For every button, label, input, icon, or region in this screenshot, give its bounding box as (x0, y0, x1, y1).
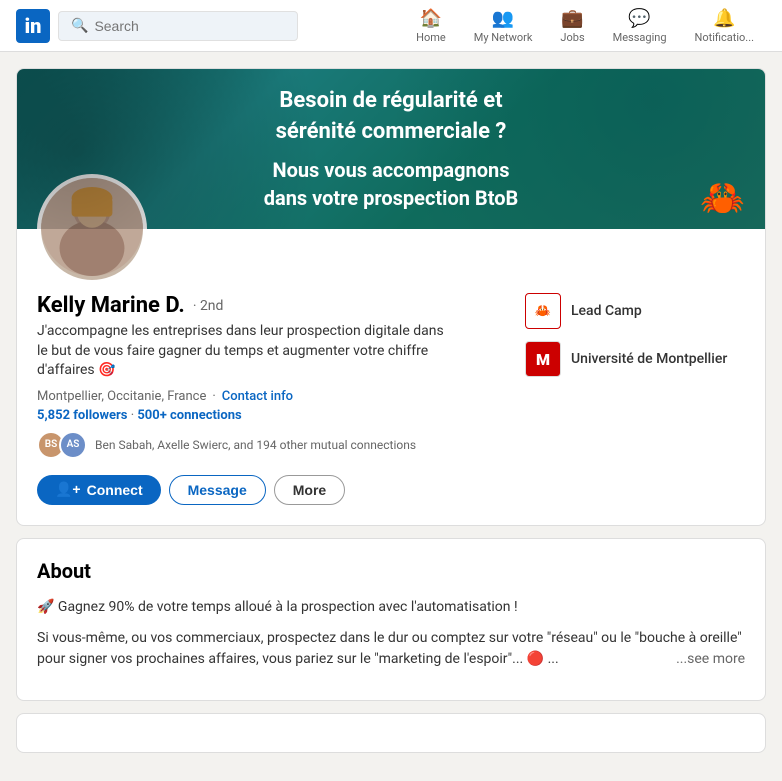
banner-crab-icon: 🦀 (700, 177, 745, 219)
see-more-button[interactable]: ...see more (676, 649, 745, 670)
home-icon: 🏠 (420, 8, 442, 29)
leadcamp-logo-icon: 🦀 (535, 304, 551, 319)
profile-card: Besoin de régularité et sérénité commerc… (16, 68, 766, 526)
leadcamp-logo: 🦀 (525, 293, 561, 329)
nav-home-label: Home (416, 31, 446, 44)
mutual-text: Ben Sabah, Axelle Swierc, and 194 other … (95, 438, 416, 452)
connections-count: 500+ connections (137, 408, 241, 423)
message-button[interactable]: Message (169, 475, 266, 505)
messaging-icon: 💬 (628, 8, 650, 29)
nav-items: 🏠 Home 👥 My Network 💼 Jobs 💬 Messaging 🔔… (404, 4, 766, 48)
banner-text: Besoin de régularité et sérénité commerc… (264, 86, 519, 212)
montpellier-name: Université de Montpellier (571, 351, 727, 367)
profile-location: Montpellier, Occitanie, France · Contact… (37, 389, 509, 404)
main-content: Besoin de régularité et sérénité commerc… (0, 52, 782, 781)
profile-name: Kelly Marine D. (37, 293, 185, 318)
profile-left: Kelly Marine D. · 2nd J'accompagne les e… (37, 293, 509, 505)
banner-line3: Nous vous accompagnons (264, 156, 519, 184)
location-separator: · (212, 389, 215, 404)
nav-messaging[interactable]: 💬 Messaging (601, 4, 679, 48)
bottom-card (16, 713, 766, 753)
nav-messaging-label: Messaging (613, 31, 667, 44)
more-label: More (293, 482, 326, 498)
nav-jobs-label: Jobs (560, 31, 584, 44)
profile-stats: 5,852 followers · 500+ connections (37, 408, 509, 423)
montpellier-logo-text: M (536, 350, 550, 369)
more-button[interactable]: More (274, 475, 345, 505)
message-label: Message (188, 482, 247, 498)
connect-icon: 👤+ (55, 481, 81, 498)
profile-right: 🦀 Lead Camp M Université de Montpellier (525, 293, 745, 505)
linkedin-logo[interactable]: in (16, 9, 50, 43)
search-input[interactable] (94, 18, 285, 34)
top-navigation: in 🔍 🏠 Home 👥 My Network 💼 Jobs 💬 Messag… (0, 0, 782, 52)
mutual-avatars: BS AS (37, 431, 87, 459)
nav-network[interactable]: 👥 My Network (462, 4, 545, 48)
nav-notifications-label: Notificatio... (695, 31, 754, 44)
connect-label: Connect (87, 482, 143, 498)
company-montpellier[interactable]: M Université de Montpellier (525, 341, 745, 377)
nav-home[interactable]: 🏠 Home (404, 4, 458, 48)
banner-line1: Besoin de régularité et (264, 86, 519, 117)
about-line1: 🚀 Gagnez 90% de votre temps alloué à la … (37, 597, 745, 618)
nav-notifications[interactable]: 🔔 Notificatio... (683, 4, 766, 48)
about-card: About 🚀 Gagnez 90% de votre temps alloué… (16, 538, 766, 701)
profile-degree: · 2nd (193, 298, 224, 314)
banner-line2: sérénité commerciale ? (264, 117, 519, 148)
network-icon: 👥 (492, 8, 514, 29)
notifications-icon: 🔔 (713, 8, 735, 29)
about-line2: Si vous-même, ou vos commerciaux, prospe… (37, 628, 745, 670)
montpellier-logo: M (525, 341, 561, 377)
banner-line4: dans votre prospection BtoB (264, 184, 519, 212)
profile-banner: Besoin de régularité et sérénité commerc… (17, 69, 765, 229)
nav-jobs[interactable]: 💼 Jobs (548, 4, 596, 48)
contact-info-link[interactable]: Contact info (222, 389, 293, 404)
leadcamp-name: Lead Camp (571, 303, 642, 319)
search-bar[interactable]: 🔍 (58, 11, 298, 41)
mutual-connections: BS AS Ben Sabah, Axelle Swierc, and 194 … (37, 431, 509, 459)
profile-name-row: Kelly Marine D. · 2nd (37, 293, 509, 318)
company-leadcamp[interactable]: 🦀 Lead Camp (525, 293, 745, 329)
profile-headline: J'accompagne les entreprises dans leur p… (37, 322, 457, 381)
search-icon: 🔍 (71, 18, 88, 34)
mutual-avatar-2: AS (59, 431, 87, 459)
profile-actions: 👤+ Connect Message More (37, 475, 509, 505)
connect-button[interactable]: 👤+ Connect (37, 475, 161, 505)
about-text: 🚀 Gagnez 90% de votre temps alloué à la … (37, 597, 745, 670)
about-title: About (37, 559, 745, 583)
nav-network-label: My Network (474, 31, 533, 44)
jobs-icon: 💼 (561, 8, 583, 29)
profile-body: Kelly Marine D. · 2nd J'accompagne les e… (17, 229, 765, 525)
followers-count: 5,852 followers (37, 408, 127, 423)
location-text: Montpellier, Occitanie, France (37, 389, 206, 404)
about-line2-text: Si vous-même, ou vos commerciaux, prospe… (37, 630, 742, 667)
